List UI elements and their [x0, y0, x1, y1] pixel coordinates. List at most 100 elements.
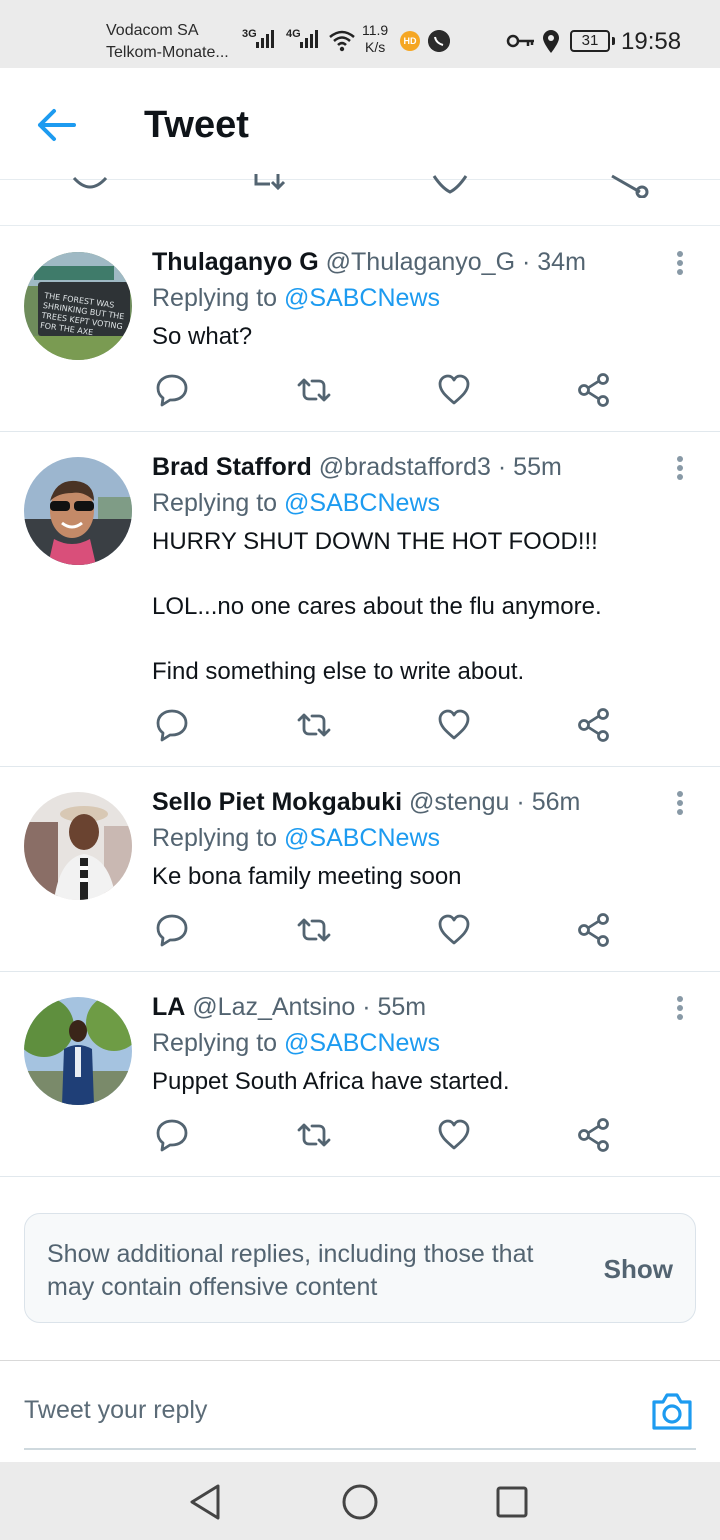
separator-dot: · — [497, 453, 507, 481]
mention-link[interactable]: @SABCNews — [284, 489, 440, 517]
more-options-icon[interactable] — [666, 453, 694, 483]
reply-tweet[interactable]: Sello Piet Mokgabuki @stengu · 56m Reply… — [0, 768, 720, 972]
network-type-2: 4G — [286, 28, 301, 40]
whatsapp-icon — [428, 30, 450, 52]
reply-tweet[interactable]: LA @Laz_Antsino · 55m Replying to @SABCN… — [0, 973, 720, 1177]
tweet-actions — [0, 1117, 720, 1157]
replying-to-label: Replying to — [152, 824, 285, 852]
mention-link[interactable]: @SABCNews — [284, 824, 440, 852]
retweet-icon[interactable] — [254, 174, 294, 196]
reply-input[interactable]: Tweet your reply — [24, 1396, 584, 1425]
more-options-icon[interactable] — [666, 788, 694, 818]
author-name[interactable]: Sello Piet Mokgabuki — [152, 788, 402, 816]
tweet-text: Ke bona family meeting soon — [152, 861, 462, 893]
tweet-header: LA @Laz_Antsino · 55m — [152, 991, 426, 1023]
nav-back-icon[interactable] — [184, 1480, 228, 1524]
clock: 19:58 — [621, 28, 682, 55]
more-options-icon[interactable] — [666, 248, 694, 278]
avatar[interactable] — [24, 792, 132, 900]
reply-tweet[interactable]: Brad Stafford @bradstafford3 · 55m Reply… — [0, 433, 720, 767]
network-type-1: 3G — [242, 28, 257, 40]
key-icon — [506, 34, 534, 48]
like-icon[interactable] — [436, 372, 472, 408]
battery-icon: 31 — [570, 30, 615, 52]
avatar[interactable] — [24, 457, 132, 565]
reply-icon[interactable] — [154, 1117, 190, 1153]
like-icon[interactable] — [436, 1117, 472, 1153]
tweet-paragraph: Ke bona family meeting soon — [152, 863, 462, 890]
retweet-icon[interactable] — [296, 707, 332, 743]
network-speed-value: 11.9 — [362, 22, 389, 38]
reply-icon[interactable] — [154, 372, 190, 408]
tweet-actions — [0, 372, 720, 412]
signal-icon-2 — [300, 30, 318, 48]
author-name[interactable]: Thulaganyo G — [152, 248, 319, 276]
carrier-1: Vodacom SA — [106, 22, 199, 39]
replying-to-label: Replying to — [152, 1029, 285, 1057]
status-bar: Vodacom SA Telkom-Monate... 3G 4G 11.9 K… — [0, 0, 720, 68]
divider — [0, 1360, 720, 1361]
replying-to: Replying to @SABCNews — [152, 1027, 440, 1059]
tweet-text: So what? — [152, 321, 252, 353]
separator-dot: · — [521, 248, 531, 276]
like-icon[interactable] — [436, 707, 472, 743]
tweet-paragraph: So what? — [152, 323, 253, 350]
signal-icon — [256, 30, 274, 48]
tweet-paragraph: LOL...no one cares about the flu anymore… — [152, 593, 602, 620]
share-icon[interactable] — [576, 912, 612, 948]
tweet-actions — [0, 707, 720, 747]
author-name[interactable]: LA — [152, 993, 185, 1021]
like-icon[interactable] — [436, 912, 472, 948]
retweet-icon[interactable] — [296, 1117, 332, 1153]
back-arrow-icon[interactable] — [36, 108, 76, 142]
reply-icon[interactable] — [72, 174, 108, 196]
additional-replies-text: Show additional replies, including those… — [47, 1240, 534, 1301]
author-handle[interactable]: @Laz_Antsino — [192, 993, 355, 1021]
author-handle[interactable]: @bradstafford3 — [319, 453, 491, 481]
tweet-paragraph: HURRY SHUT DOWN THE HOT FOOD!!! — [152, 528, 598, 555]
reply-input-underline — [24, 1448, 696, 1450]
tweet-paragraph: Puppet South Africa have started. — [152, 1068, 510, 1095]
camera-icon[interactable] — [650, 1390, 694, 1432]
mention-link[interactable]: @SABCNews — [284, 1029, 440, 1057]
tweet-text: Puppet South Africa have started. — [152, 1066, 510, 1098]
carrier-2: Telkom-Monate... — [106, 44, 229, 61]
tweet-time: 55m — [513, 453, 562, 481]
author-handle[interactable]: @stengu — [409, 788, 509, 816]
avatar[interactable]: THE FOREST WAS SHRINKING BUT THE TREES K… — [24, 252, 132, 360]
system-navigation-bar — [0, 1462, 720, 1540]
show-button[interactable]: Show — [604, 1254, 673, 1285]
tweet-header: Thulaganyo G @Thulaganyo_G · 34m — [152, 246, 586, 278]
share-icon[interactable] — [576, 1117, 612, 1153]
retweet-icon[interactable] — [296, 912, 332, 948]
nav-recents-icon[interactable] — [490, 1480, 534, 1524]
author-handle[interactable]: @Thulaganyo_G — [326, 248, 515, 276]
avatar[interactable] — [24, 997, 132, 1105]
separator-dot: · — [516, 788, 525, 816]
tweet-header: Sello Piet Mokgabuki @stengu · 56m — [152, 786, 580, 818]
tweet-paragraph: Find something else to write about. — [152, 658, 525, 685]
tweet-time: 55m — [377, 993, 427, 1021]
share-icon[interactable] — [610, 174, 650, 198]
share-icon[interactable] — [576, 372, 612, 408]
carrier-info: Vodacom SA Telkom-Monate... — [106, 20, 229, 64]
tweet-text: HURRY SHUT DOWN THE HOT FOOD!!! LOL...no… — [152, 526, 602, 688]
reply-icon[interactable] — [154, 912, 190, 948]
share-icon[interactable] — [576, 707, 612, 743]
reply-icon[interactable] — [154, 707, 190, 743]
wifi-icon — [329, 30, 355, 52]
like-icon[interactable] — [432, 174, 468, 196]
more-options-icon[interactable] — [666, 993, 694, 1023]
retweet-icon[interactable] — [296, 372, 332, 408]
show-additional-replies[interactable]: Show additional replies, including those… — [24, 1213, 696, 1323]
replying-to: Replying to @SABCNews — [152, 282, 440, 314]
mention-link[interactable]: @SABCNews — [284, 284, 440, 312]
author-name[interactable]: Brad Stafford — [152, 453, 312, 481]
network-speed: 11.9 K/s — [362, 22, 388, 56]
page-title: Tweet — [144, 104, 249, 146]
tweet-time: 34m — [537, 248, 586, 276]
nav-home-icon[interactable] — [338, 1480, 382, 1524]
replying-to-label: Replying to — [152, 489, 285, 517]
app-header: Tweet — [0, 68, 720, 180]
reply-tweet[interactable]: THE FOREST WAS SHRINKING BUT THE TREES K… — [0, 228, 720, 432]
